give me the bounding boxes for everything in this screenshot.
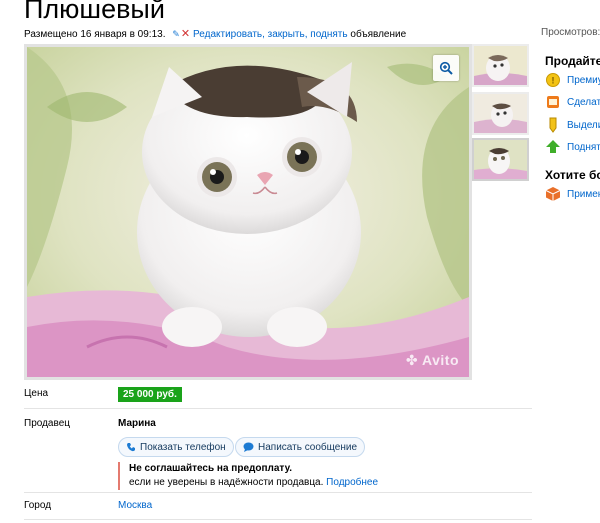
listing-title: Плюшевый	[24, 0, 165, 24]
photo-thumbnail-active[interactable]	[472, 138, 529, 181]
sidebar-item-vip[interactable]: Сделате	[545, 94, 600, 110]
kitten-photo	[27, 47, 469, 377]
thumbnail-image	[474, 46, 527, 85]
listing-meta: Размещено 16 января в 09:13. ✎✕ Редактиро…	[24, 27, 406, 40]
svg-text:!: !	[552, 76, 555, 86]
package-icon	[545, 187, 561, 201]
photo-thumbnail[interactable]	[472, 44, 529, 87]
more-info-link[interactable]: Подробнее	[326, 477, 378, 488]
main-photo[interactable]: ✤ Avito	[24, 44, 472, 380]
sidebar-item-raise[interactable]: Поднят	[545, 139, 600, 155]
close-icon[interactable]: ✕	[181, 27, 190, 40]
edit-listing-suffix: объявление	[350, 29, 407, 40]
show-phone-button[interactable]: Показать телефон	[118, 437, 234, 457]
edit-listing-link[interactable]: Редактировать, закрыть, поднять	[193, 29, 348, 40]
posted-date: Размещено 16 января в 09:13.	[24, 29, 166, 40]
thumbnail-image	[474, 94, 527, 133]
prepayment-warning: Не соглашайтесь на предоплату. если не у…	[118, 462, 378, 490]
seller-name: Марина	[118, 418, 156, 429]
warning-text-line: если не уверены в надёжности продавца. П…	[129, 477, 379, 488]
sidebar-item-package[interactable]: Примен	[545, 186, 600, 202]
divider	[24, 492, 532, 493]
phone-icon	[127, 443, 135, 452]
views-count: Просмотров: 6	[541, 27, 600, 38]
seller-label: Продавец	[24, 418, 70, 429]
more-heading: Хотите бо	[545, 168, 600, 182]
vip-icon	[547, 96, 559, 108]
price-label: Цена	[24, 388, 49, 399]
city-label: Город	[24, 500, 52, 511]
thumbnail-image	[474, 140, 527, 179]
coin-icon: !	[546, 73, 560, 87]
arrow-up-icon	[546, 140, 560, 153]
warning-title: Не соглашайтесь на предоплату.	[129, 463, 293, 474]
photo-watermark: ✤ Avito	[405, 352, 459, 368]
photo-thumbnail[interactable]	[472, 92, 529, 135]
message-icon	[243, 442, 254, 452]
sidebar-item-highlight[interactable]: Выдели	[545, 117, 600, 133]
city-link[interactable]: Москва	[118, 500, 152, 511]
zoom-button[interactable]	[433, 55, 459, 81]
pin-icon[interactable]: ✎	[172, 29, 180, 40]
sell-heading: Продайте	[545, 54, 600, 68]
divider	[24, 519, 532, 520]
sidebar-item-premium[interactable]: ! Премиу	[545, 72, 600, 88]
divider	[24, 408, 532, 409]
price-badge: 25 000 руб.	[118, 387, 182, 402]
zoom-in-icon	[439, 61, 453, 75]
write-message-button[interactable]: Написать сообщение	[235, 437, 366, 457]
highlighter-icon	[549, 117, 557, 133]
